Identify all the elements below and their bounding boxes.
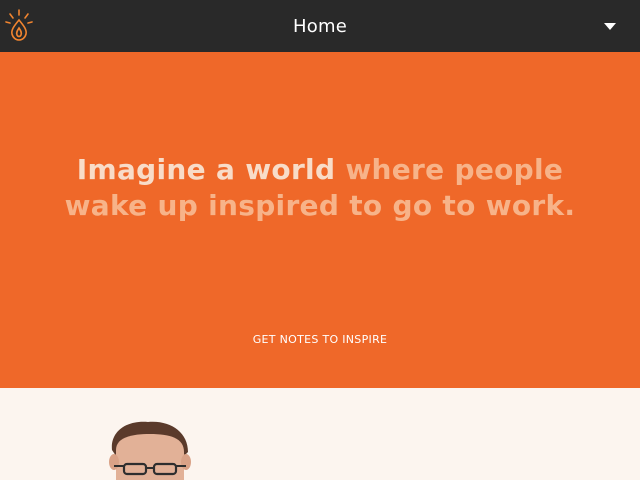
portrait-photo bbox=[109, 421, 191, 480]
get-notes-link[interactable]: GET NOTES TO INSPIRE bbox=[0, 333, 640, 346]
hero-section: Imagine a world where people wake up ins… bbox=[0, 52, 640, 388]
headline-line-2: wake up inspired to go to work. bbox=[64, 189, 576, 222]
lower-section bbox=[0, 388, 640, 480]
flame-logo-icon[interactable] bbox=[4, 8, 34, 42]
hero-headline: Imagine a world where people wake up ins… bbox=[0, 152, 640, 224]
page-title: Home bbox=[293, 15, 347, 37]
caret-down-icon[interactable] bbox=[602, 20, 618, 32]
headline-soft: where people bbox=[335, 153, 564, 186]
headline-strong: Imagine a world bbox=[76, 153, 336, 186]
top-nav-bar: Home bbox=[0, 0, 640, 52]
